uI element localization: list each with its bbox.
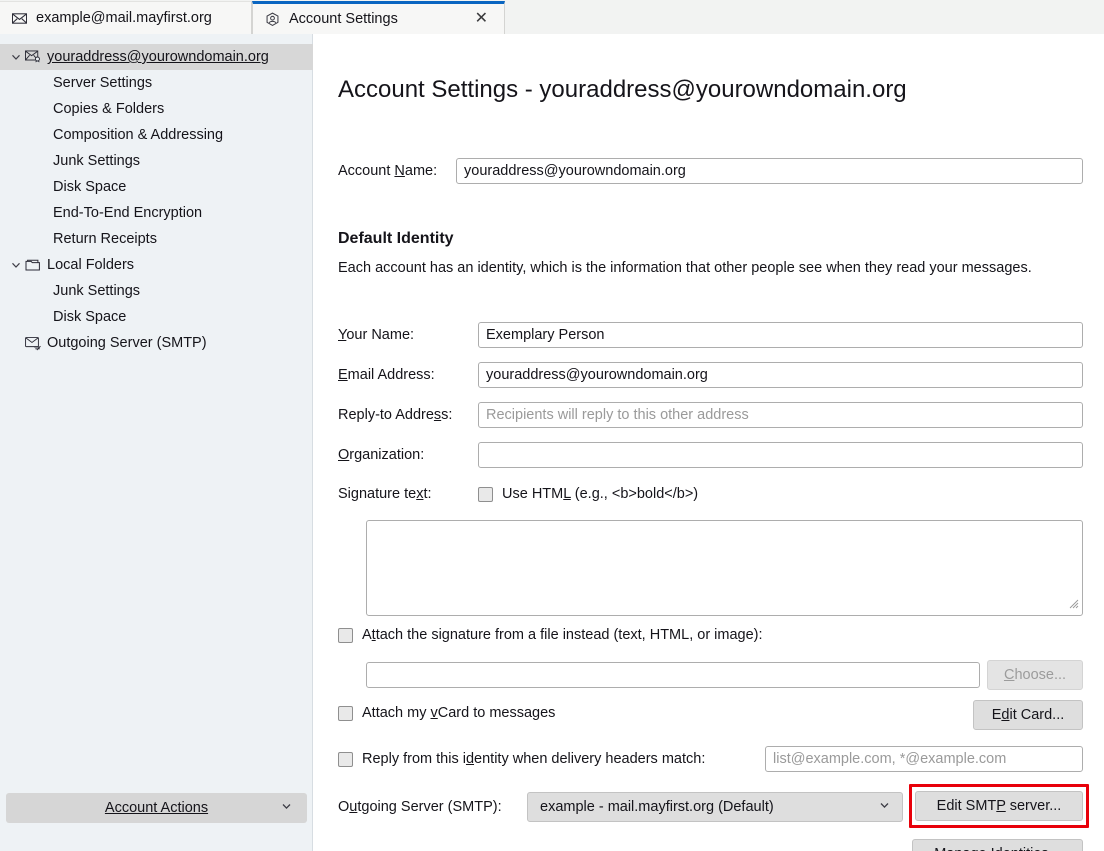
- tree-item-label: Disk Space: [53, 309, 127, 325]
- tree-item-label: Disk Space: [53, 179, 127, 195]
- account-settings-pane: Account Settings - youraddress@yourowndo…: [314, 34, 1104, 851]
- reply-from-identity-label[interactable]: Reply from this identity when delivery h…: [362, 751, 705, 767]
- attach-signature-file-label[interactable]: Attach the signature from a file instead…: [362, 627, 763, 643]
- page-title: Account Settings - youraddress@yourowndo…: [338, 76, 907, 103]
- tree-item-account[interactable]: youraddress@yourowndomain.org: [0, 44, 313, 70]
- tree-item-label: Server Settings: [53, 75, 153, 91]
- signature-file-path-input[interactable]: [366, 662, 980, 688]
- tree-item-end-to-end-encryption[interactable]: End-To-End Encryption: [0, 200, 313, 226]
- reply-to-address-label: Reply-to Address:: [338, 407, 453, 423]
- tree-item-label: Return Receipts: [53, 231, 157, 247]
- signature-textarea-container: [366, 520, 1083, 620]
- account-actions-container: Account Actions: [6, 793, 307, 823]
- chevron-down-icon[interactable]: [8, 257, 24, 273]
- reply-from-identity-row: Reply from this identity when delivery h…: [338, 751, 705, 767]
- tree-item-copies-folders[interactable]: Copies & Folders: [0, 96, 313, 122]
- account-name-input[interactable]: [456, 158, 1083, 184]
- outgoing-server-selected-option: example - mail.mayfirst.org (Default): [540, 799, 774, 815]
- tree-item-outgoing-server-smtp[interactable]: Outgoing Server (SMTP): [0, 330, 313, 356]
- outgoing-server-row: Outgoing Server (SMTP): example - mail.m…: [338, 792, 903, 822]
- account-tree: youraddress@yourowndomain.org Server Set…: [0, 44, 313, 356]
- your-name-input[interactable]: [478, 322, 1083, 348]
- sidebar: youraddress@yourowndomain.org Server Set…: [0, 34, 313, 851]
- tree-item-composition-addressing[interactable]: Composition & Addressing: [0, 122, 313, 148]
- tree-item-local-disk-space[interactable]: Disk Space: [0, 304, 313, 330]
- email-address-row: Email Address:: [338, 362, 1083, 388]
- signature-text-label: Signature text:: [338, 486, 432, 502]
- envelope-icon: [12, 11, 27, 26]
- edit-card-button[interactable]: Edit Card...: [973, 700, 1083, 730]
- account-settings-icon: [265, 12, 280, 27]
- folder-icon: [24, 257, 42, 273]
- attach-vcard-checkbox[interactable]: [338, 705, 353, 721]
- organization-label: Organization:: [338, 447, 425, 463]
- attach-vcard-row: Attach my vCard to messages: [338, 705, 555, 721]
- signature-text-row: Signature text: Use HTML (e.g., <b>bold<…: [338, 486, 698, 502]
- organization-input[interactable]: [478, 442, 1083, 468]
- chevron-down-icon[interactable]: [8, 49, 24, 65]
- account-name-row: Account Name:: [338, 158, 1083, 184]
- account-actions-button[interactable]: Account Actions: [6, 793, 307, 823]
- your-name-label: Your Name:: [338, 327, 415, 343]
- attach-signature-file-checkbox[interactable]: [338, 627, 353, 643]
- account-envelope-icon: [24, 49, 42, 65]
- tree-item-disk-space[interactable]: Disk Space: [0, 174, 313, 200]
- reply-to-address-row: Reply-to Address:: [338, 402, 1083, 428]
- close-icon[interactable]: ✕: [473, 11, 490, 27]
- signature-file-path-row: Choose...: [366, 660, 1083, 690]
- default-identity-heading: Default Identity: [338, 230, 454, 247]
- tree-item-label: Composition & Addressing: [53, 127, 224, 143]
- organization-row: Organization:: [338, 442, 1083, 468]
- manage-identities-button[interactable]: Manage Identities...: [912, 839, 1083, 851]
- use-html-checkbox[interactable]: [478, 486, 493, 502]
- tree-item-label: Junk Settings: [53, 153, 141, 169]
- chevron-down-icon: [280, 800, 293, 817]
- tree-item-label: End-To-End Encryption: [53, 205, 203, 221]
- tree-item-server-settings[interactable]: Server Settings: [0, 70, 313, 96]
- tab-bar: example@mail.mayfirst.org Account Settin…: [0, 0, 1104, 34]
- tree-item-junk-settings[interactable]: Junk Settings: [0, 148, 313, 174]
- smtp-server-icon: [24, 335, 42, 351]
- tree-item-label: Junk Settings: [53, 283, 141, 299]
- tree-item-label: Local Folders: [47, 257, 135, 273]
- tree-item-local-junk-settings[interactable]: Junk Settings: [0, 278, 313, 304]
- tree-item-label: Outgoing Server (SMTP): [47, 335, 207, 351]
- tab-bar-empty-space: [505, 1, 1104, 34]
- tree-item-return-receipts[interactable]: Return Receipts: [0, 226, 313, 252]
- use-html-label[interactable]: Use HTML (e.g., <b>bold</b>): [502, 486, 698, 502]
- default-identity-description: Each account has an identity, which is t…: [338, 260, 1032, 276]
- tab-account-settings[interactable]: Account Settings ✕: [252, 1, 505, 34]
- attach-signature-file-row: Attach the signature from a file instead…: [338, 627, 763, 643]
- email-address-input[interactable]: [478, 362, 1083, 388]
- tree-item-local-folders[interactable]: Local Folders: [0, 252, 313, 278]
- outgoing-server-select[interactable]: example - mail.mayfirst.org (Default): [527, 792, 903, 822]
- reply-to-address-input[interactable]: [478, 402, 1083, 428]
- tree-item-label: youraddress@yourowndomain.org: [47, 49, 269, 65]
- reply-from-identity-checkbox[interactable]: [338, 751, 353, 767]
- outgoing-server-label: Outgoing Server (SMTP):: [338, 799, 502, 815]
- signature-textarea[interactable]: [366, 520, 1083, 616]
- tab-label: Account Settings: [289, 11, 398, 27]
- tab-label: example@mail.mayfirst.org: [36, 10, 212, 26]
- edit-smtp-server-button[interactable]: Edit SMTP server...: [915, 791, 1083, 821]
- chevron-down-icon: [878, 799, 891, 816]
- attach-vcard-label[interactable]: Attach my vCard to messages: [362, 705, 555, 721]
- tree-item-label: Copies & Folders: [53, 101, 165, 117]
- choose-file-button[interactable]: Choose...: [987, 660, 1083, 690]
- tab-mail-account[interactable]: example@mail.mayfirst.org: [0, 1, 252, 34]
- your-name-row: Your Name:: [338, 322, 1083, 348]
- delivery-headers-input[interactable]: [765, 746, 1083, 772]
- account-name-label: Account Name:: [338, 163, 438, 179]
- email-address-label: Email Address:: [338, 367, 435, 383]
- account-actions-label: Account Actions: [104, 800, 209, 816]
